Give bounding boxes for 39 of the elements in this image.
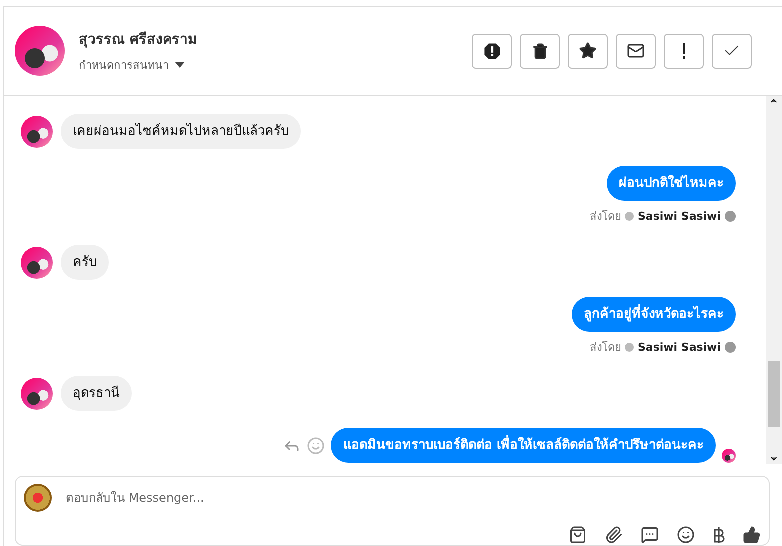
shopping-bag-icon[interactable]	[569, 526, 587, 544]
spam-button[interactable]	[472, 34, 512, 68]
delete-button[interactable]	[520, 34, 560, 68]
contact-name: สุวรรณ ศรีสงคราม	[79, 30, 198, 50]
alert-octagon-icon	[484, 42, 500, 60]
exclamation-icon	[682, 43, 686, 59]
status-icon	[624, 212, 634, 220]
mail-button[interactable]	[616, 34, 656, 68]
caret-icon[interactable]	[175, 62, 185, 68]
incoming-message: ครับ	[61, 245, 109, 280]
sent-by-label: ส่งโดย	[590, 209, 621, 225]
status-icon	[624, 342, 634, 352]
envelope-icon	[627, 42, 645, 60]
help-icon	[725, 342, 736, 352]
smile-icon[interactable]	[677, 526, 695, 544]
outgoing-message: แอดมินขอทราบเบอร์ติดต่อ เพื่อให้เซลล์ติดต่อให้คำปรึษาต่อนะคะ	[331, 428, 716, 463]
scrollbar[interactable]	[766, 96, 782, 464]
star-icon	[579, 42, 597, 60]
baht-icon[interactable]	[713, 526, 725, 544]
avatar	[15, 26, 65, 76]
scroll-thumb[interactable]	[768, 361, 780, 427]
sender-avatar	[21, 246, 53, 278]
thumbs-up-icon[interactable]	[743, 526, 761, 544]
sender-name: Sasiwi Sasiwi	[638, 210, 721, 222]
star-button[interactable]	[568, 34, 608, 68]
sender-avatar	[21, 116, 53, 148]
incoming-message: เคยผ่อนมอไซค์หมดไปหลายปีแล้วครับ	[61, 114, 301, 149]
paperclip-icon[interactable]	[605, 526, 623, 544]
conversation-settings-link[interactable]: กำหนดการสนทนา	[79, 56, 169, 74]
page-avatar	[24, 484, 52, 512]
chat-icon[interactable]	[641, 526, 659, 544]
trash-icon	[532, 42, 548, 60]
help-icon	[725, 210, 736, 222]
outgoing-message: ลูกค้าอยู่ที่จังหวัดอะไรคะ	[572, 297, 736, 332]
sent-by-label: ส่งโดย	[590, 340, 621, 356]
incoming-message: อุดรธานี	[61, 376, 132, 411]
sender-avatar	[21, 378, 53, 410]
sender-name: Sasiwi Sasiwi	[638, 340, 721, 354]
outgoing-message: ผ่อนปกติใช่ไหมคะ	[607, 166, 736, 201]
